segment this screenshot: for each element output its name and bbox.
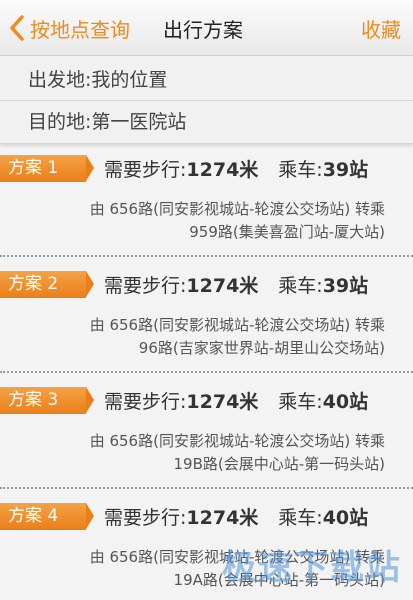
- walk-label: 需要步行:: [104, 275, 187, 297]
- plan-transfer-line-2: 19B路(会展中心站-第一码头站): [173, 455, 386, 473]
- ride-label: 乘车:: [278, 159, 323, 181]
- plan-item-3[interactable]: 方案 3 需要步行:1274米 乘车:40站 由 656路(同安影视城站-轮渡公交…: [0, 378, 413, 490]
- walk-label: 需要步行:: [104, 507, 187, 529]
- plan-divider: [0, 487, 413, 490]
- plan-summary: 需要步行:1274米 乘车:39站: [104, 271, 368, 298]
- plan-divider: [0, 371, 413, 374]
- plan-tag: 方案 1: [0, 155, 94, 182]
- walk-value: 1274米: [186, 275, 259, 297]
- destination-value: 第一医院站: [91, 111, 187, 133]
- page-title: 出行方案: [163, 18, 243, 42]
- ride-value: 40站: [322, 507, 369, 529]
- ride-value: 39站: [322, 275, 369, 297]
- plan-tag: 方案 4: [0, 503, 94, 530]
- plan-transfer-line: 由 656路(同安影视城站-轮渡公交场站) 转乘: [89, 200, 385, 218]
- walk-value: 1274米: [186, 159, 259, 181]
- plan-summary: 需要步行:1274米 乘车:40站: [104, 503, 368, 530]
- ride-label: 乘车:: [278, 275, 323, 297]
- plan-summary: 需要步行:1274米 乘车:39站: [104, 155, 368, 182]
- ride-value: 40站: [322, 391, 369, 413]
- origin-label: 出发地:: [28, 69, 92, 91]
- walk-label: 需要步行:: [104, 159, 187, 181]
- plan-tag: 方案 3: [0, 387, 94, 414]
- plan-transfer-line: 由 656路(同安影视城站-轮渡公交场站) 转乘: [89, 316, 385, 334]
- plan-item-2[interactable]: 方案 2 需要步行:1274米 乘车:39站 由 656路(同安影视城站-轮渡公交…: [0, 262, 413, 374]
- ride-value: 39站: [322, 159, 369, 181]
- plan-transfer-line-2: 959路(集美喜盈门站-厦大站): [189, 223, 385, 241]
- walk-value: 1274米: [186, 507, 259, 529]
- plan-transfer-line: 由 656路(同安影视城站-轮渡公交场站) 转乘: [89, 432, 385, 450]
- plan-summary: 需要步行:1274米 乘车:40站: [104, 387, 368, 414]
- ride-label: 乘车:: [278, 391, 323, 413]
- watermark: 极速下载站: [222, 548, 402, 588]
- favorite-button[interactable]: 收藏: [361, 14, 401, 43]
- origin-value: 我的位置: [91, 69, 168, 91]
- chevron-left-icon: [10, 15, 24, 41]
- route-divider: [0, 100, 413, 101]
- origin-row: 出发地:我的位置: [28, 65, 167, 92]
- plan-transfer-line-2: 96路(吉家家世界站-胡里山公交场站): [138, 339, 385, 357]
- destination-row: 目的地:第一医院站: [28, 107, 186, 134]
- destination-label: 目的地:: [28, 111, 92, 133]
- walk-label: 需要步行:: [104, 391, 187, 413]
- plan-tag: 方案 2: [0, 271, 94, 298]
- plan-divider: [0, 255, 413, 258]
- back-button[interactable]: 按地点查询: [8, 10, 130, 46]
- route-info: 出发地:我的位置 目的地:第一医院站: [0, 56, 413, 144]
- ride-label: 乘车:: [278, 507, 323, 529]
- back-button-label: 按地点查询: [30, 17, 130, 42]
- nav-bar: 按地点查询 出行方案 收藏: [0, 0, 413, 56]
- plan-item-1[interactable]: 方案 1 需要步行:1274米 乘车:39站 由 656路(同安影视城站-轮渡公交…: [0, 146, 413, 258]
- walk-value: 1274米: [186, 391, 259, 413]
